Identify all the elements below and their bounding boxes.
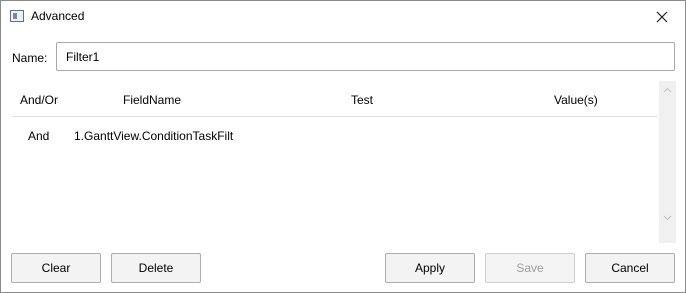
column-header-fieldname[interactable]: FieldName [123, 93, 181, 107]
window-app-icon [10, 10, 24, 22]
column-header-and-or[interactable]: And/Or [20, 93, 58, 107]
name-input[interactable]: Filter1 [56, 42, 675, 71]
window-title: Advanced [31, 9, 85, 23]
name-label: Name: [12, 51, 48, 65]
scroll-down-button[interactable] [659, 209, 676, 226]
grid-header: And/Or FieldName Test Value(s) [12, 81, 658, 117]
cell-and-or[interactable]: And [28, 129, 49, 143]
cancel-button[interactable]: Cancel [585, 253, 675, 283]
title-bar: Advanced [1, 1, 685, 33]
chevron-down-icon [663, 215, 672, 220]
apply-button[interactable]: Apply [385, 253, 475, 283]
advanced-filter-dialog: Advanced Name: Filter1 And/Or FieldName … [0, 0, 686, 293]
chevron-up-icon [663, 87, 672, 92]
save-button[interactable]: Save [485, 253, 575, 283]
table-row[interactable]: And 1.GanttView.ConditionTaskFilt [12, 117, 658, 153]
name-input-value: Filter1 [66, 49, 100, 64]
scroll-up-button[interactable] [659, 81, 676, 98]
column-header-values[interactable]: Value(s) [554, 93, 598, 107]
delete-button[interactable]: Delete [111, 253, 201, 283]
conditions-grid: And/Or FieldName Test Value(s) And 1.Gan… [12, 81, 676, 243]
column-header-test[interactable]: Test [351, 93, 373, 107]
close-icon [656, 11, 668, 22]
cell-field-name[interactable]: 1.GanttView.ConditionTaskFilt [74, 129, 233, 143]
close-button[interactable] [639, 1, 685, 32]
vertical-scrollbar[interactable] [659, 81, 676, 243]
clear-button[interactable]: Clear [11, 253, 101, 283]
